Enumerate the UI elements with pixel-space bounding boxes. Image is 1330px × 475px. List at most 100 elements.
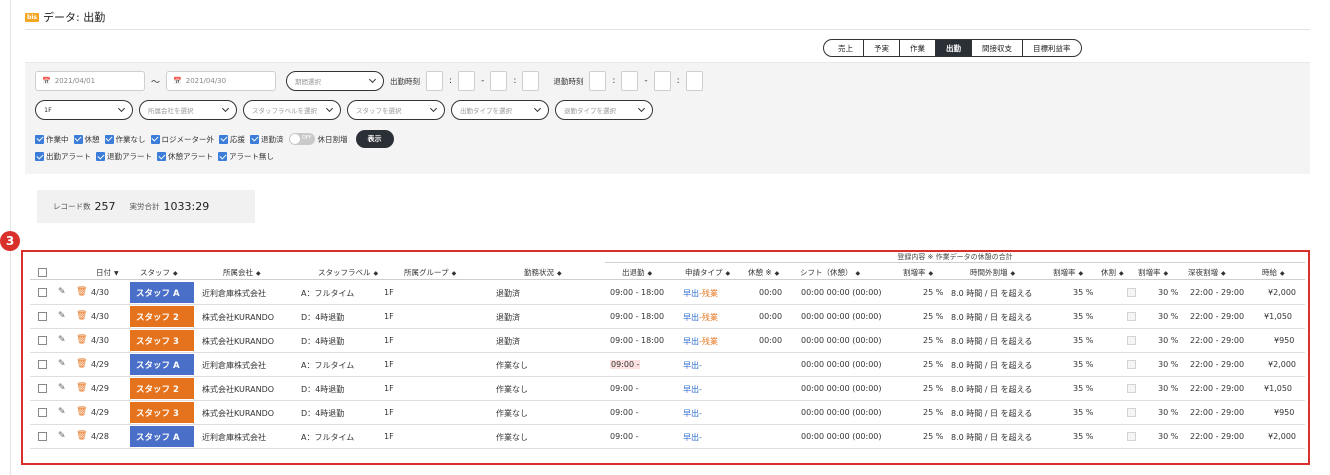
- row-checkbox[interactable]: [38, 288, 47, 297]
- staff-chip[interactable]: スタッフ 2: [130, 378, 194, 399]
- col-apply-type[interactable]: 申請タイプ ◆: [685, 267, 730, 278]
- period-select[interactable]: 期間選択: [286, 71, 385, 91]
- attendance-type-select[interactable]: 出勤タイプを選択: [451, 100, 549, 120]
- staff-chip[interactable]: スタッフ 3: [130, 330, 194, 351]
- table-row[interactable]: ✎ 🗑 4/28 スタッフ A 近利倉庫株式会社 A：フルタイム 1F 作業なし…: [30, 425, 1305, 449]
- pencil-icon[interactable]: ✎: [58, 407, 66, 417]
- col-holiday[interactable]: 休割 ◆: [1101, 267, 1124, 278]
- col-overtime[interactable]: 時間外割増 ◆: [970, 267, 1015, 278]
- toggle-knob: [289, 134, 300, 144]
- col-wage[interactable]: 時給 ◆: [1262, 267, 1285, 278]
- cell-status: 作業なし: [496, 385, 528, 394]
- staff-chip[interactable]: スタッフ A: [130, 282, 194, 303]
- date-to-input[interactable]: 📅 2021/04/30: [166, 71, 277, 91]
- clock-in-start-hour[interactable]: [426, 71, 444, 91]
- row-checkbox[interactable]: [38, 384, 47, 393]
- cell-staff-label: A：フルタイム: [301, 289, 355, 298]
- check-support[interactable]: 応援: [219, 134, 245, 145]
- clock-out-end-minute[interactable]: [685, 71, 703, 91]
- clock-out-start-minute[interactable]: [621, 71, 639, 91]
- table-row[interactable]: ✎ 🗑 4/29 スタッフ 2 株式会社KURANDO D：4時退勤 1F 作業…: [30, 377, 1305, 401]
- clock-out-end-hour[interactable]: [653, 71, 671, 91]
- pencil-icon[interactable]: ✎: [58, 335, 66, 345]
- table-row[interactable]: ✎ 🗑 4/30 スタッフ 3 株式会社KURANDO D：4時退勤 1F 退勤…: [30, 329, 1305, 353]
- row-checkbox[interactable]: [38, 408, 47, 417]
- check-working[interactable]: 作業中: [35, 134, 69, 145]
- clock-out-start-hour[interactable]: [589, 71, 607, 91]
- row-checkbox[interactable]: [38, 336, 47, 345]
- trash-icon[interactable]: 🗑: [76, 335, 87, 345]
- col-company[interactable]: 所属会社 ◆: [223, 267, 261, 278]
- col-rate-2[interactable]: 割増率 ◆: [1053, 267, 1083, 278]
- pencil-icon[interactable]: ✎: [58, 359, 66, 369]
- staff-select[interactable]: スタッフを選択: [347, 100, 445, 120]
- col-in-out[interactable]: 出退勤 ◆: [622, 267, 652, 278]
- sort-icon: ◆: [774, 270, 780, 277]
- col-shift[interactable]: シフト（休憩） ◆: [800, 267, 860, 278]
- select-all-checkbox[interactable]: [38, 268, 47, 277]
- trash-icon[interactable]: 🗑: [76, 431, 87, 441]
- check-clock-in-alert[interactable]: 出勤アラート: [35, 151, 91, 162]
- col-date[interactable]: 日付 ▼: [96, 267, 119, 278]
- col-night[interactable]: 深夜割増 ◆: [1188, 267, 1226, 278]
- col-break[interactable]: 休憩 ※ ◆: [748, 267, 779, 278]
- table-row[interactable]: ✎ 🗑 4/30 スタッフ A 近利倉庫株式会社 A：フルタイム 1F 退勤済 …: [30, 281, 1305, 305]
- pencil-icon[interactable]: ✎: [58, 383, 66, 393]
- sort-icon: ◆: [1078, 270, 1084, 277]
- date-from-input[interactable]: 📅 2021/04/01: [35, 71, 145, 91]
- row-checkbox[interactable]: [38, 360, 47, 369]
- row-checkbox[interactable]: [38, 312, 47, 321]
- sort-icon: ◆: [373, 270, 379, 277]
- data-type-tabs: 売上 予実 作業 出勤 間接収支 目標利益率: [823, 39, 1082, 57]
- trash-icon[interactable]: 🗑: [76, 407, 87, 417]
- cell-rate-1: 25 %: [923, 408, 944, 417]
- trash-icon[interactable]: 🗑: [76, 359, 87, 369]
- staff-label-select[interactable]: スタッフラベルを選択: [243, 100, 341, 120]
- cell-in-out: 09:00 -: [610, 360, 641, 369]
- col-status[interactable]: 勤務状況 ◆: [524, 267, 562, 278]
- clock-in-end-minute[interactable]: [522, 71, 540, 91]
- check-no-work[interactable]: 作業なし: [104, 134, 146, 145]
- dash: -: [644, 76, 648, 86]
- leave-type-select[interactable]: 退勤タイプを選択: [555, 100, 653, 120]
- checkbox-checked-icon: [219, 134, 228, 144]
- staff-chip[interactable]: スタッフ A: [130, 426, 194, 447]
- trash-icon[interactable]: 🗑: [76, 383, 87, 393]
- col-group[interactable]: 所属グループ ◆: [404, 267, 456, 278]
- staff-chip[interactable]: スタッフ 3: [130, 402, 194, 423]
- clock-in-end-hour[interactable]: [490, 71, 508, 91]
- check-clock-out-alert[interactable]: 退勤アラート: [96, 151, 152, 162]
- tab-work[interactable]: 作業: [899, 40, 935, 56]
- col-rate-3[interactable]: 割増率 ◆: [1138, 267, 1168, 278]
- col-staff-label[interactable]: スタッフラベル ◆: [318, 267, 378, 278]
- check-break[interactable]: 休憩: [73, 134, 100, 145]
- table-row[interactable]: ✎ 🗑 4/29 スタッフ A 近利倉庫株式会社 A：フルタイム 1F 作業なし…: [30, 353, 1305, 377]
- trash-icon[interactable]: 🗑: [76, 287, 87, 297]
- table-row[interactable]: ✎ 🗑 4/29 スタッフ 3 株式会社KURANDO D：4時退勤 1F 作業…: [30, 401, 1305, 425]
- check-outside-logimeter[interactable]: ロジメーター外: [150, 134, 214, 145]
- col-staff[interactable]: スタッフ ◆: [140, 267, 178, 278]
- check-break-alert[interactable]: 休憩アラート: [157, 151, 213, 162]
- row-checkbox[interactable]: [38, 432, 47, 441]
- tab-target-profit[interactable]: 目標利益率: [1022, 40, 1081, 56]
- trash-icon[interactable]: 🗑: [76, 311, 87, 321]
- pencil-icon[interactable]: ✎: [58, 431, 66, 441]
- pencil-icon[interactable]: ✎: [58, 311, 66, 321]
- floor-select[interactable]: 1F: [35, 100, 133, 120]
- col-rate-1[interactable]: 割増率 ◆: [903, 267, 933, 278]
- staff-chip[interactable]: スタッフ A: [130, 354, 194, 375]
- table-row[interactable]: ✎ 🗑 4/30 スタッフ 2 株式会社KURANDO D：4時退勤 1F 退勤…: [30, 305, 1305, 329]
- pencil-icon[interactable]: ✎: [58, 287, 66, 297]
- check-left[interactable]: 退勤済: [250, 134, 284, 145]
- show-button[interactable]: 表示: [355, 130, 394, 148]
- staff-chip[interactable]: スタッフ 2: [130, 306, 194, 327]
- holiday-premium-toggle[interactable]: OFF: [288, 133, 315, 145]
- company-select[interactable]: 所属会社を選択: [139, 100, 237, 120]
- check-no-alert[interactable]: アラート無し: [218, 151, 274, 162]
- floor-select-value: 1F: [44, 106, 52, 114]
- clock-in-start-minute[interactable]: [458, 71, 476, 91]
- tab-budget-actual[interactable]: 予実: [863, 40, 899, 56]
- tab-attendance[interactable]: 出勤: [935, 40, 971, 56]
- tab-indirect-balance[interactable]: 間接収支: [971, 40, 1022, 56]
- tab-sales[interactable]: 売上: [824, 40, 863, 56]
